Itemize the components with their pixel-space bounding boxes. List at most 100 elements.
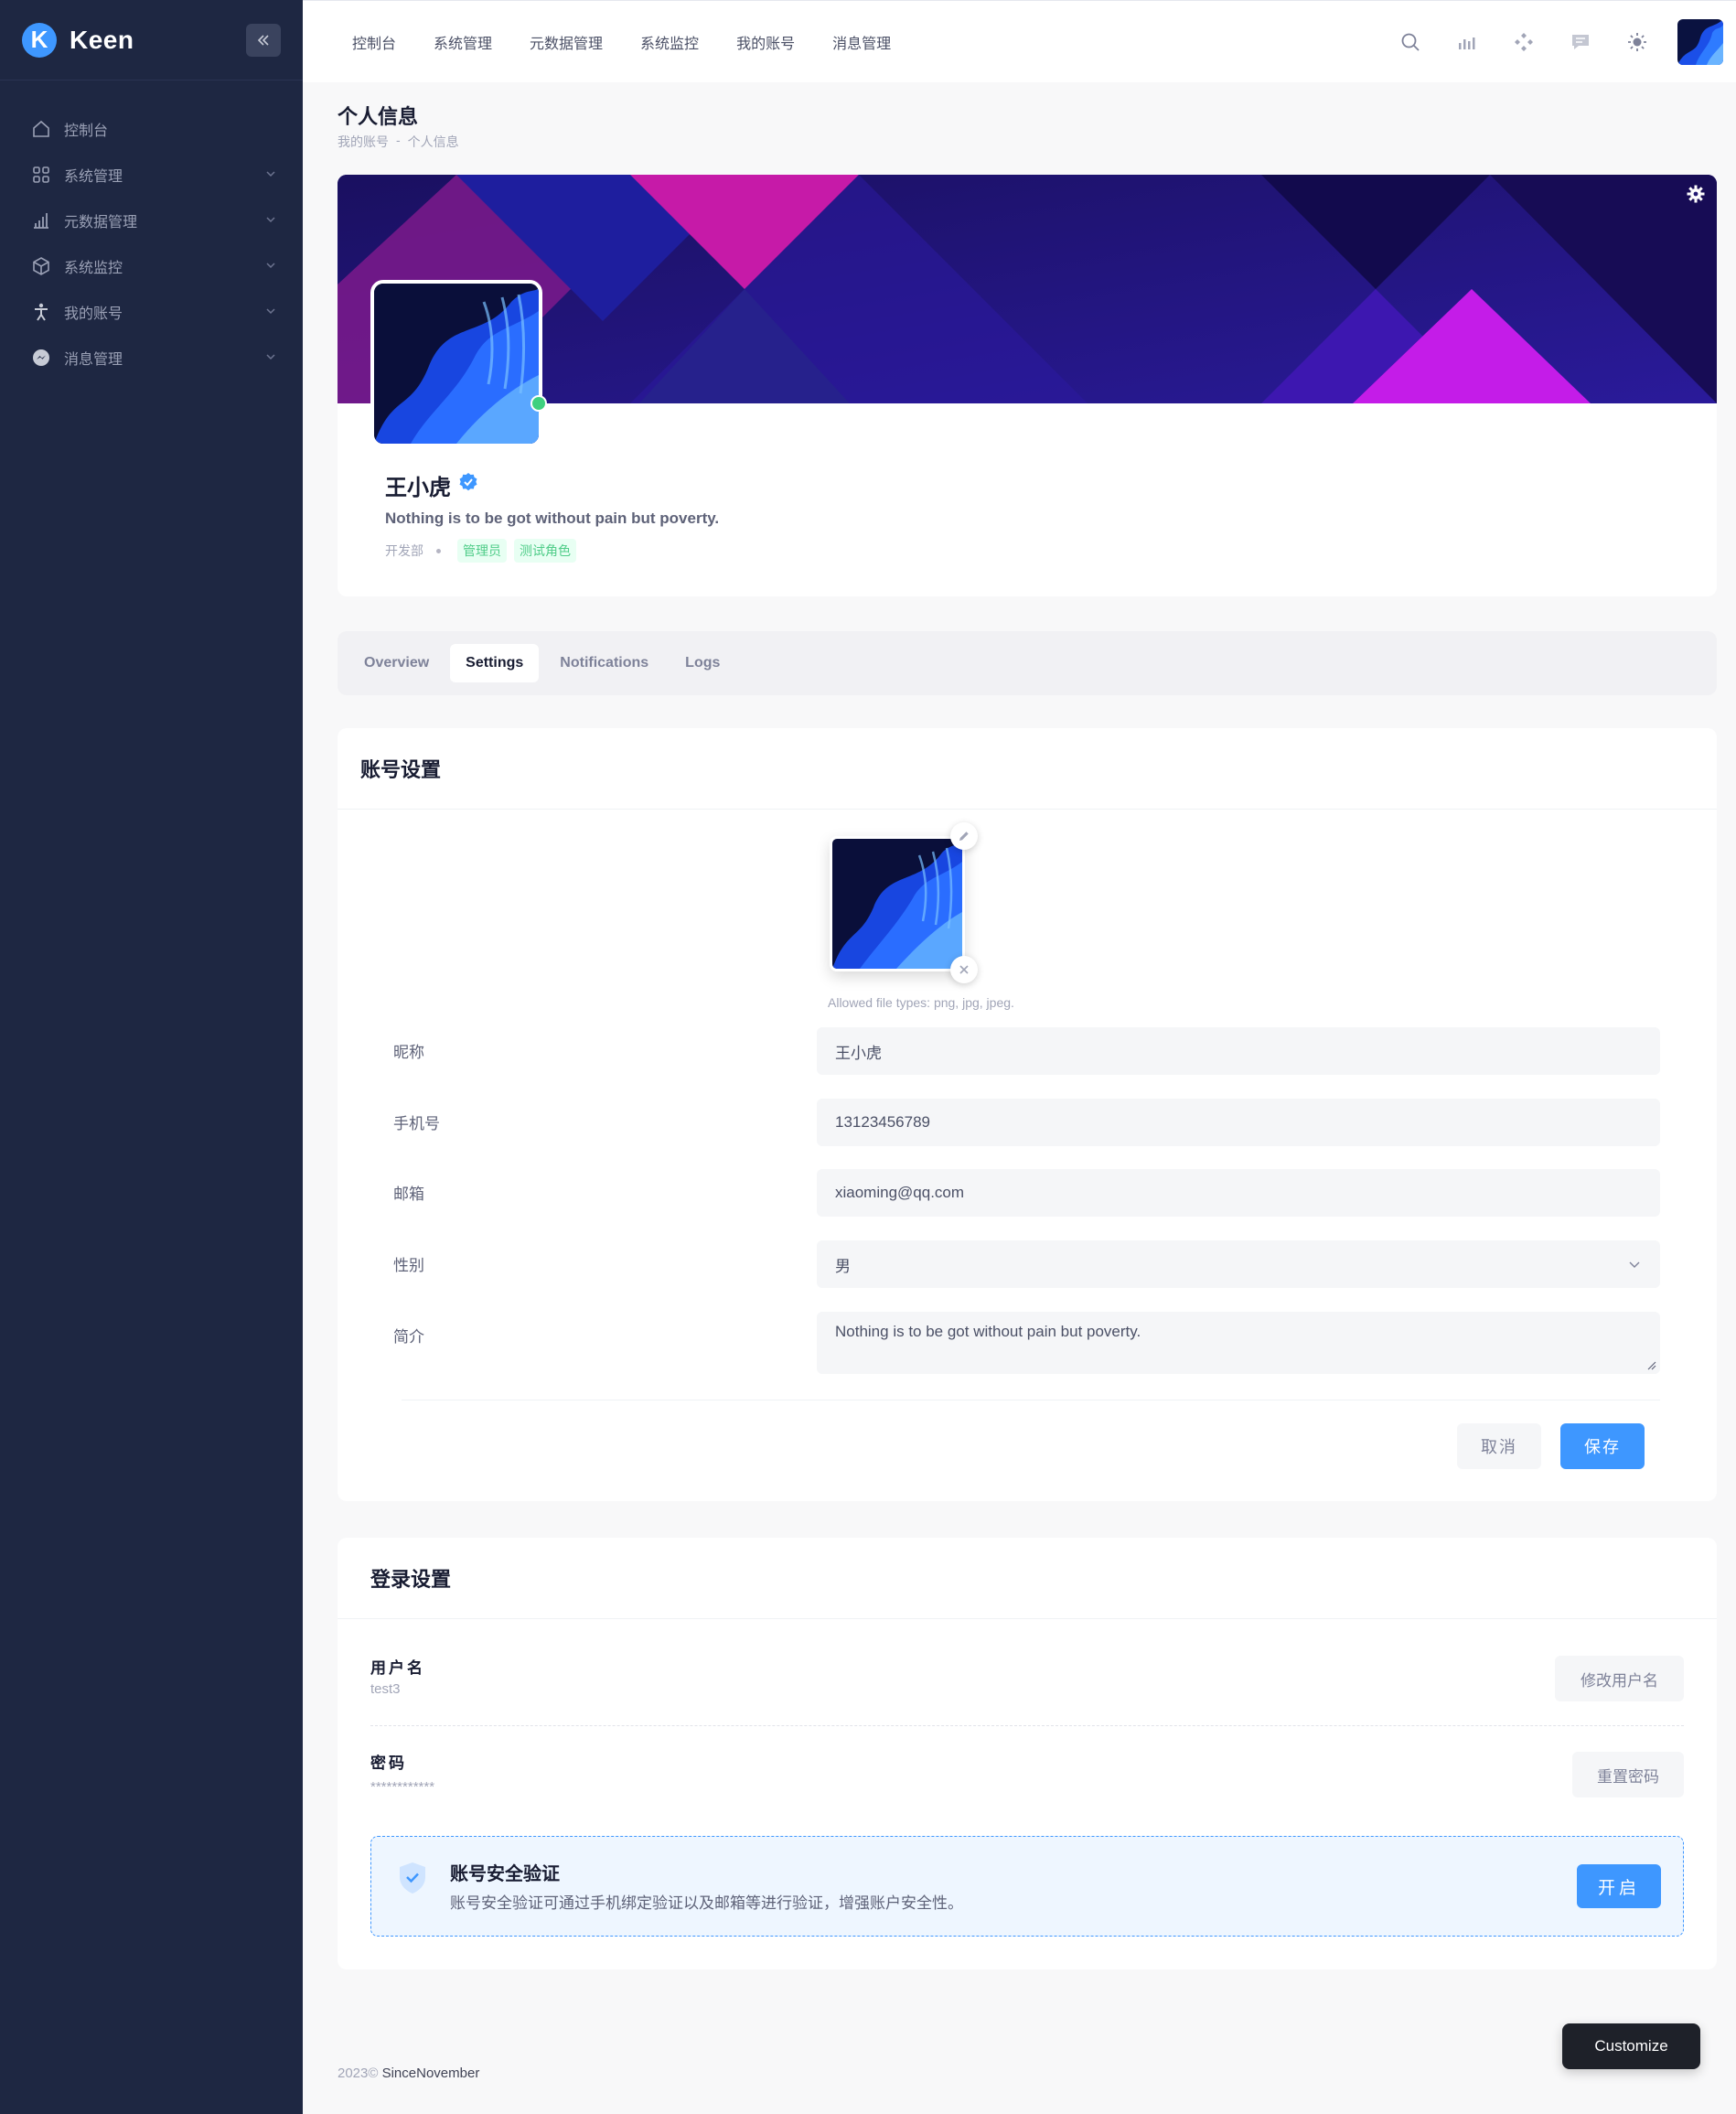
phone-input[interactable]: 13123456789 (817, 1099, 1660, 1146)
phone-label: 手机号 (393, 1115, 440, 1132)
topbar: 控制台 系统管理 元数据管理 系统监控 我的账号 消息管理 (303, 0, 1736, 82)
account-settings-title: 账号设置 (360, 758, 442, 781)
role-badge: 管理员 (457, 539, 507, 563)
chevron-down-icon (266, 263, 275, 269)
profile-avatar[interactable] (370, 280, 542, 447)
nickname-input[interactable]: 王小虎 (817, 1027, 1660, 1075)
divider (338, 1618, 1717, 1619)
sidebar-item-metadata[interactable]: 元数据管理 (0, 198, 303, 243)
security-title: 账号安全验证 (450, 1864, 560, 1884)
footer-brand-link[interactable]: SinceNovember (382, 2066, 480, 2081)
account-settings-card: 账号设置 Allowed file types: png, jpg, jpeg.… (338, 728, 1717, 1501)
enable-security-button[interactable]: 开启 (1577, 1864, 1661, 1908)
allowed-file-types-hint: Allowed file types: png, jpg, jpeg. (828, 995, 1014, 1010)
sidebar-item-my-account[interactable]: 我的账号 (0, 289, 303, 335)
close-icon (959, 965, 969, 974)
topnav-monitor[interactable]: 系统监控 (640, 31, 699, 53)
logo-icon[interactable]: K (22, 22, 57, 58)
profile-meta: 开发部 管理员 测试角色 (385, 539, 584, 563)
tab-logs[interactable]: Logs (670, 644, 735, 682)
change-username-button[interactable]: 修改用户名 (1555, 1656, 1684, 1701)
profile-name: 王小虎 (385, 469, 478, 501)
apps-diamond-icon[interactable] (1507, 26, 1540, 59)
bar-chart-icon (31, 210, 51, 231)
chevron-down-icon (266, 217, 275, 223)
divider (338, 809, 1717, 810)
chat-icon[interactable] (1564, 26, 1597, 59)
sidebar-header: K Keen (0, 0, 303, 80)
dashed-divider (370, 1725, 1684, 1726)
profile-banner (338, 175, 1717, 403)
tab-notifications[interactable]: Notifications (544, 644, 664, 682)
gender-label: 性别 (393, 1257, 424, 1274)
sidebar-item-dashboard[interactable]: 控制台 (0, 106, 303, 152)
tab-settings[interactable]: Settings (450, 644, 540, 682)
email-input[interactable]: xiaoming@qq.com (817, 1169, 1660, 1217)
intro-text: Nothing is to be got without pain but po… (835, 1323, 1141, 1340)
gender-select[interactable]: 男 (817, 1240, 1660, 1288)
chevron-down-icon (266, 171, 275, 177)
sidebar-item-label: 元数据管理 (64, 215, 138, 231)
topnav-messages[interactable]: 消息管理 (832, 31, 891, 53)
sidebar-item-label: 系统管理 (64, 169, 123, 185)
sidebar: K Keen 控制台 系统管理 元数据管理 系统监控 我的账号 消息管理 (0, 0, 303, 2114)
sidebar-item-messages[interactable]: 消息管理 (0, 335, 303, 381)
grid-icon (31, 165, 51, 185)
profile-department: 开发部 (385, 543, 423, 558)
intro-label: 简介 (393, 1328, 424, 1346)
cancel-button[interactable]: 取消 (1457, 1423, 1541, 1469)
meta-separator-dot (436, 548, 441, 553)
page-title: 个人信息 (338, 105, 419, 128)
profile-card: 王小虎 Nothing is to be got without pain bu… (338, 175, 1717, 596)
login-settings-card: 登录设置 用户名 test3 修改用户名 密码 ************ 重置密… (338, 1538, 1717, 1969)
sidebar-item-monitor[interactable]: 系统监控 (0, 243, 303, 289)
intro-textarea[interactable]: Nothing is to be got without pain but po… (817, 1312, 1660, 1374)
sidebar-item-system[interactable]: 系统管理 (0, 152, 303, 198)
sidebar-item-label: 系统监控 (64, 261, 123, 276)
save-button[interactable]: 保存 (1560, 1423, 1645, 1469)
pencil-icon (959, 832, 969, 841)
user-avatar[interactable] (1677, 19, 1723, 65)
footer: 2023© SinceNovember (338, 2066, 479, 2081)
breadcrumb: 我的账号 - 个人信息 (338, 133, 459, 151)
topnav-my-account[interactable]: 我的账号 (736, 31, 795, 53)
nickname-label: 昵称 (393, 1044, 424, 1061)
sidebar-item-label: 控制台 (64, 123, 109, 139)
footer-year: 2023© (338, 2066, 379, 2081)
resize-handle-icon[interactable] (1647, 1361, 1656, 1370)
breadcrumb-item-my-account[interactable]: 我的账号 (338, 133, 389, 151)
chevron-down-icon (1629, 1261, 1640, 1268)
remove-avatar-button[interactable] (950, 956, 978, 983)
sidebar-collapse-button[interactable] (246, 24, 281, 57)
security-verification-notice: 账号安全验证 账号安全验证可通过手机绑定验证以及邮箱等进行验证，增强账户安全性。… (370, 1836, 1684, 1937)
breadcrumb-item-profile: 个人信息 (407, 134, 459, 149)
sidebar-menu: 控制台 系统管理 元数据管理 系统监控 我的账号 消息管理 (0, 80, 303, 381)
chevron-down-icon (266, 308, 275, 315)
shield-check-icon (397, 1861, 428, 1900)
cube-icon (31, 256, 51, 276)
topbar-actions (1394, 1, 1736, 83)
chevron-down-icon (266, 354, 275, 360)
email-label: 邮箱 (393, 1186, 424, 1203)
profile-name-text: 王小虎 (385, 476, 451, 500)
security-description: 账号安全验证可通过手机绑定验证以及邮箱等进行验证，增强账户安全性。 (450, 1894, 963, 1912)
search-icon[interactable] (1394, 26, 1427, 59)
edit-avatar-button[interactable] (950, 822, 978, 850)
topnav-dashboard[interactable]: 控制台 (352, 31, 396, 53)
messenger-icon (31, 348, 51, 368)
theme-sun-icon[interactable] (1621, 26, 1654, 59)
reset-password-button[interactable]: 重置密码 (1572, 1752, 1684, 1797)
username-label: 用户名 (370, 1659, 425, 1677)
banner-pattern-image (338, 175, 1717, 403)
tab-overview[interactable]: Overview (348, 644, 445, 682)
avatar-upload-preview[interactable] (830, 836, 965, 971)
double-chevron-left-icon (257, 35, 269, 46)
gear-icon[interactable] (1686, 184, 1706, 209)
top-navigation: 控制台 系统管理 元数据管理 系统监控 我的账号 消息管理 (303, 31, 928, 53)
customize-button[interactable]: Customize (1562, 2023, 1700, 2069)
topnav-system[interactable]: 系统管理 (434, 31, 492, 53)
username-value: test3 (370, 1681, 401, 1697)
verified-badge-icon (458, 472, 478, 499)
activity-chart-icon[interactable] (1451, 26, 1484, 59)
topnav-metadata[interactable]: 元数据管理 (530, 31, 603, 53)
